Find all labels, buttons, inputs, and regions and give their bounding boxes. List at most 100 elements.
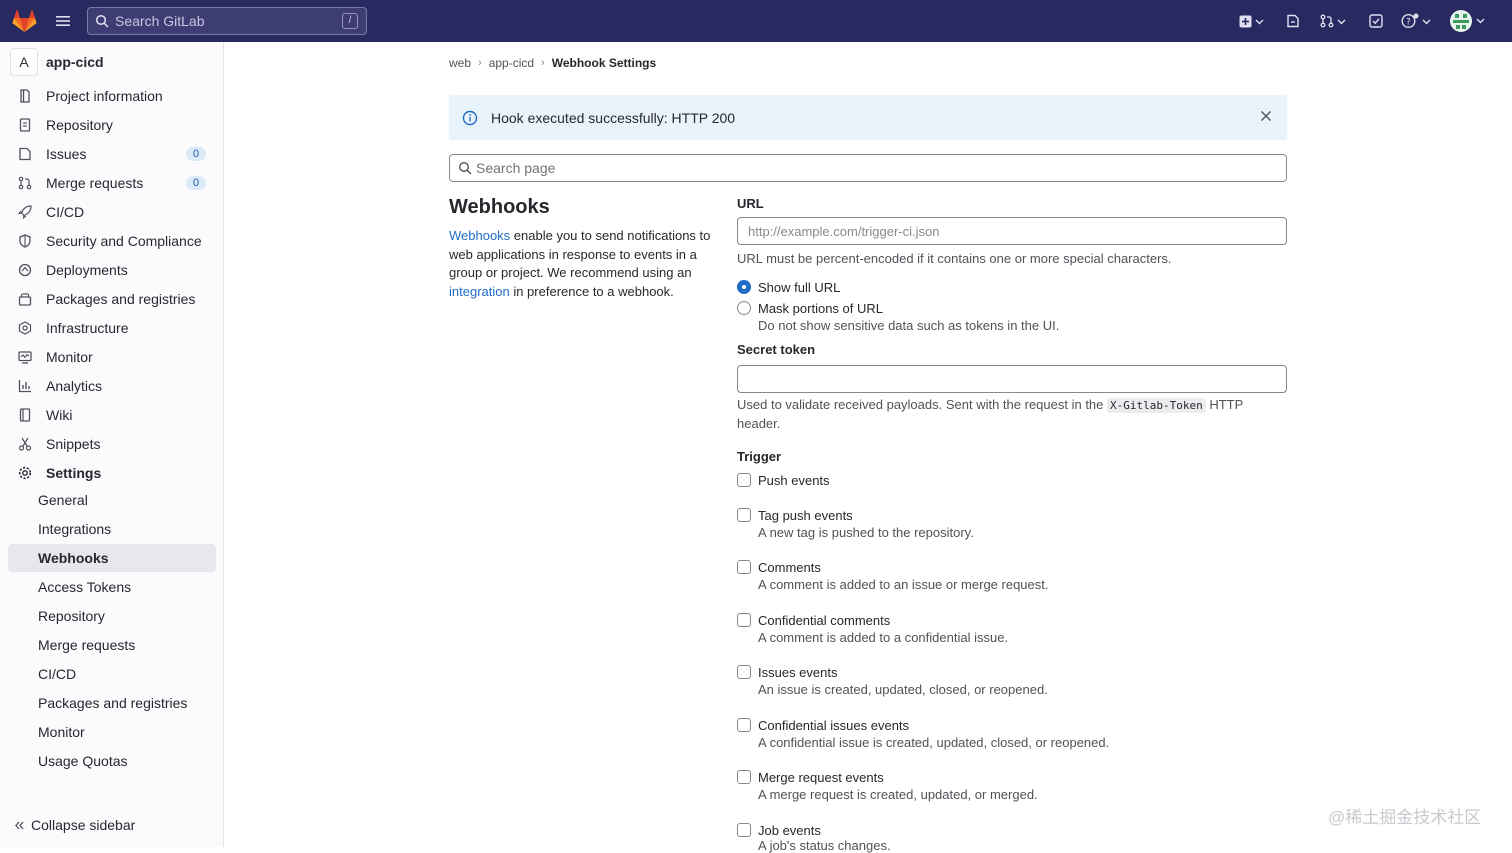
sidebar-item-label: Issues [46, 146, 87, 162]
issues-count-badge: 0 [186, 147, 206, 161]
comments-checkbox[interactable]: Comments [737, 559, 821, 575]
checkbox[interactable] [737, 613, 751, 627]
sidebar-item-deployments[interactable]: Deployments [8, 256, 216, 284]
confidential-issues-events-checkbox[interactable]: Confidential issues events [737, 717, 909, 733]
secret-token-input[interactable] [737, 365, 1287, 393]
chevron-right-icon: › [541, 57, 545, 69]
issues-button[interactable] [1286, 12, 1300, 30]
book-icon [17, 407, 33, 423]
alert-text: Hook executed successfully: HTTP 200 [491, 109, 736, 126]
checkbox[interactable] [737, 823, 751, 837]
breadcrumb-current[interactable]: Webhook Settings [552, 56, 656, 70]
secret-token-label: Secret token [737, 342, 816, 357]
create-new-dropdown[interactable] [1239, 12, 1264, 30]
confidential-comments-checkbox[interactable]: Confidential comments [737, 612, 890, 628]
sidebar-sub-usage-quotas[interactable]: Usage Quotas [8, 747, 216, 775]
sidebar-item-label: Deployments [46, 262, 128, 278]
help-text: Used to validate received payloads. Sent… [737, 397, 1107, 412]
chevron-right-icon: › [478, 57, 482, 69]
svg-text:?: ? [1406, 18, 1411, 28]
sidebar-item-analytics[interactable]: Analytics [8, 372, 216, 400]
url-input[interactable]: http://example.com/trigger-ci.json [737, 217, 1287, 245]
watermark: @稀土掘金技术社区 [1328, 808, 1482, 827]
global-search-input[interactable]: Search GitLab / [87, 7, 367, 35]
close-icon[interactable] [1259, 109, 1273, 123]
scissors-icon [17, 436, 33, 452]
webhooks-description: Webhooks enable you to send notification… [449, 227, 711, 301]
sidebar-item-label: Packages and registries [46, 291, 196, 307]
checkbox-help: A new tag is pushed to the repository. [758, 525, 974, 540]
double-chevron-left-icon [15, 821, 24, 829]
sidebar-sub-webhooks[interactable]: Webhooks [8, 544, 216, 572]
sidebar-item-project-information[interactable]: Project information [8, 82, 216, 110]
sidebar-sub-integrations[interactable]: Integrations [8, 515, 216, 543]
checkbox[interactable] [737, 473, 751, 487]
avatar[interactable] [1450, 10, 1472, 32]
tag-push-events-checkbox[interactable]: Tag push events [737, 507, 853, 523]
help-dropdown[interactable]: ? [1401, 12, 1431, 30]
project-header[interactable]: A app-cicd [10, 48, 104, 76]
checkbox-label: Confidential comments [758, 612, 891, 628]
checkbox-help: A confidential issue is created, updated… [758, 735, 1110, 750]
mask-url-radio[interactable]: Mask portions of URL [737, 300, 883, 316]
sidebar-item-snippets[interactable]: Snippets [8, 430, 216, 458]
cloud-gear-icon [17, 320, 33, 336]
sidebar-item-monitor[interactable]: Monitor [8, 343, 216, 371]
checkbox[interactable] [737, 770, 751, 784]
sidebar-sub-packages[interactable]: Packages and registries [8, 689, 216, 717]
radio-button-checked[interactable] [737, 280, 751, 294]
sidebar-item-wiki[interactable]: Wiki [8, 401, 216, 429]
breadcrumb: web › app-cicd › Webhook Settings [449, 55, 656, 71]
sidebar-item-infrastructure[interactable]: Infrastructure [8, 314, 216, 342]
sidebar-item-repository[interactable]: Repository [8, 111, 216, 139]
checkbox[interactable] [737, 560, 751, 574]
show-full-url-radio[interactable]: Show full URL [737, 279, 840, 295]
sidebar-sub-access-tokens[interactable]: Access Tokens [8, 573, 216, 601]
checkbox-label: Confidential issues events [758, 717, 910, 733]
merge-request-events-checkbox[interactable]: Merge request events [737, 769, 884, 785]
sidebar-item-label: Merge requests [46, 175, 144, 191]
breadcrumb-item[interactable]: web [449, 56, 471, 70]
sidebar-item-packages[interactable]: Packages and registries [8, 285, 216, 313]
sidebar-sub-repository[interactable]: Repository [8, 602, 216, 630]
sidebar-item-label: Snippets [46, 436, 101, 452]
job-events-checkbox[interactable]: Job events [737, 822, 821, 838]
top-navbar: Search GitLab / ? [0, 0, 1512, 42]
chevron-down-icon [1337, 19, 1346, 24]
search-placeholder: Search GitLab [115, 13, 205, 29]
page-search-input[interactable]: Search page [449, 154, 1287, 182]
sidebar-item-cicd[interactable]: CI/CD [8, 198, 216, 226]
push-events-checkbox[interactable]: Push events [737, 472, 830, 488]
sidebar-item-security[interactable]: Security and Compliance [8, 227, 216, 255]
integration-link[interactable]: integration [449, 284, 510, 299]
webhooks-doc-link[interactable]: Webhooks [449, 228, 510, 243]
sidebar-item-issues[interactable]: Issues 0 [8, 140, 216, 168]
sidebar-sub-cicd[interactable]: CI/CD [8, 660, 216, 688]
checkbox-label: Merge request events [758, 769, 884, 785]
gitlab-logo-icon[interactable] [12, 9, 37, 33]
checkbox[interactable] [737, 718, 751, 732]
hamburger-menu-icon[interactable] [55, 13, 71, 29]
sidebar-sub-merge-requests[interactable]: Merge requests [8, 631, 216, 659]
sidebar-item-settings[interactable]: Settings [8, 459, 216, 487]
checkbox[interactable] [737, 508, 751, 522]
sidebar-item-merge-requests[interactable]: Merge requests 0 [8, 169, 216, 197]
issues-events-checkbox[interactable]: Issues events [737, 664, 838, 680]
sidebar-sub-general[interactable]: General [8, 486, 216, 514]
breadcrumb-item[interactable]: app-cicd [489, 56, 534, 70]
collapse-sidebar-button[interactable]: Collapse sidebar [14, 817, 135, 833]
chart-icon [17, 378, 33, 394]
header-name-code: X-Gitlab-Token [1107, 398, 1206, 413]
info-icon [462, 110, 478, 125]
merge-requests-count-badge: 0 [186, 176, 206, 190]
merge-requests-dropdown[interactable] [1320, 12, 1346, 30]
url-help-text: URL must be percent-encoded if it contai… [737, 251, 1172, 266]
sidebar-sub-monitor[interactable]: Monitor [8, 718, 216, 746]
todo-button[interactable] [1369, 12, 1383, 30]
page-title: Webhooks [449, 196, 550, 218]
project-avatar: A [10, 48, 38, 76]
radio-button[interactable] [737, 301, 751, 315]
chevron-down-icon[interactable] [1476, 16, 1485, 25]
checkbox[interactable] [737, 665, 751, 679]
sidebar-item-label: Repository [46, 117, 113, 133]
